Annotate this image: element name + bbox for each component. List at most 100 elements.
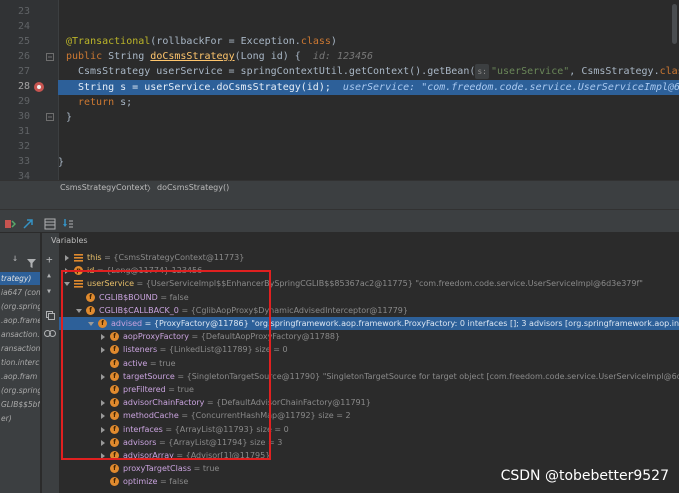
code-text: s; [114, 97, 133, 108]
inline-value-hint: id: 123456 [312, 51, 374, 62]
field-icon: f [86, 292, 95, 302]
copy-icon[interactable] [46, 305, 55, 324]
frame-item[interactable]: trategy) [0, 272, 40, 285]
variable-name: targetSource [123, 371, 175, 381]
editor-scrollbar[interactable] [672, 4, 677, 44]
code-text: String s = userService.doCsmsStrategy(id… [78, 82, 331, 93]
expand-right-icon[interactable] [99, 332, 107, 341]
watermark: CSDN @tobebetter9527 [500, 468, 669, 484]
expand-right-icon[interactable] [99, 425, 107, 433]
expand-right-icon[interactable] [99, 345, 107, 354]
variable-row[interactable]: f CGLIB$BOUND = false [59, 291, 679, 304]
frame-item[interactable]: tion.interc [0, 356, 40, 369]
variable-value: = {ArrayList@11794} size = 3 [156, 437, 283, 447]
expand-right-icon[interactable] [99, 372, 107, 380]
expand-right-icon[interactable] [63, 253, 71, 261]
variable-text: userService = {UserServiceImpl$$Enhancer… [87, 277, 643, 290]
variable-row[interactable]: f aopProxyFactory = {DefaultAopProxyFacto… [59, 330, 679, 343]
debug-panel-header [0, 210, 679, 233]
object-list-icon [74, 279, 83, 288]
frame-item[interactable]: ansaction. [0, 328, 40, 341]
expand-right-icon[interactable] [99, 438, 107, 446]
variable-text: advisorChainFactory = {DefaultAdvisorCha… [123, 396, 371, 409]
up-arrow-icon[interactable]: ▴ [46, 270, 52, 281]
expand-down-icon[interactable] [75, 306, 83, 314]
show-types-icon[interactable] [44, 323, 56, 342]
fold-open-icon[interactable] [46, 53, 54, 61]
variable-text: id = {Long@11774} 123456 [87, 264, 202, 277]
variable-row[interactable]: p id = {Long@11774} 123456 [59, 264, 679, 277]
frame-item[interactable]: ia647 (com [0, 286, 40, 299]
step-into-icon[interactable] [62, 215, 74, 228]
expand-right-icon[interactable] [99, 451, 107, 459]
variable-value: = {ArrayList@11793} size = 0 [162, 424, 289, 434]
variable-row[interactable]: this = {CsmsStrategyContext@11773} [59, 251, 679, 264]
expand-right-icon[interactable] [99, 398, 107, 407]
code-line-26[interactable]: public String doCsmsStrategy(Long id) { … [66, 49, 373, 64]
variable-text: advisorArray = {Advisor[1]@11795} [123, 449, 270, 462]
inline-value-hint: userService: "com.freedom.code.service.U… [342, 82, 679, 93]
variable-row[interactable]: f advisors = {ArrayList@11794} size = 3 [59, 436, 679, 449]
breadcrumb: CsmsStrategyContext 〉 doCsmsStrategy() [0, 180, 679, 196]
code-line-29[interactable]: return s; [78, 95, 132, 110]
variable-row[interactable]: userService = {UserServiceImpl$$Enhancer… [59, 277, 679, 290]
code-line-30[interactable]: } [66, 110, 72, 125]
code-line-33[interactable]: } [58, 155, 64, 170]
variable-row[interactable]: f CGLIB$CALLBACK_0 = {CglibAopProxy$Dynam… [59, 304, 679, 317]
variable-row[interactable]: f advisorChainFactory = {DefaultAdvisorCh… [59, 396, 679, 409]
frame-item[interactable]: er) [0, 412, 40, 425]
code-editor[interactable]: 23 24 25 26 27 28 29 30 31 32 33 34 @Tra… [0, 0, 679, 180]
variable-text: this = {CsmsStrategyContext@11773} [87, 251, 244, 264]
method-name: doCsmsStrategy [150, 51, 235, 62]
keyword: public [66, 51, 103, 62]
expand-right-icon[interactable] [63, 266, 71, 275]
expand-down-icon[interactable] [63, 279, 71, 287]
add-watch-icon[interactable]: + [46, 253, 53, 266]
frame-item[interactable]: ransaction [0, 342, 40, 355]
code-line-28[interactable]: String s = userService.doCsmsStrategy(id… [78, 80, 679, 95]
variable-text: active = true [123, 357, 176, 370]
keyword: return [78, 97, 115, 108]
settings-icon[interactable] [22, 215, 34, 229]
parameter-icon: p [74, 266, 83, 276]
frames-panel[interactable]: ↓ trategy) ia647 (com (org.spring .aop.fram… [0, 233, 40, 493]
code-line-25[interactable]: @Transactional(rollbackFor = Exception.c… [66, 34, 337, 49]
frame-item[interactable]: (org.spring [0, 300, 40, 313]
variable-row[interactable]: f advised = {ProxyFactory@11786} "org.spr… [59, 317, 679, 330]
line-number: 25 [17, 36, 30, 47]
frame-item[interactable]: .aop.frame [0, 314, 40, 327]
fold-close-icon[interactable] [46, 113, 54, 121]
code-line-27[interactable]: CsmsStrategy userService = springContext… [78, 64, 679, 79]
field-icon: f [110, 332, 119, 342]
filter-icon[interactable] [27, 253, 36, 272]
variable-row[interactable]: f interfaces = {ArrayList@11793} size = 0 [59, 423, 679, 436]
frame-item[interactable]: GLIB$$5bf4 [0, 398, 40, 411]
variable-name: optimize [123, 477, 158, 487]
variable-row[interactable]: f methodCache = {ConcurrentHashMap@11792}… [59, 409, 679, 422]
variable-value: = {DefaultAdvisorChainFactory@11791} [204, 398, 371, 408]
expand-right-icon[interactable] [99, 411, 107, 420]
frame-item[interactable]: .aop.fram [0, 370, 40, 383]
expand-down-icon[interactable] [87, 319, 95, 327]
down-arrow-icon[interactable]: ▾ [46, 286, 52, 297]
variable-text: optimize = false [123, 475, 188, 488]
variable-name: advisorChainFactory [123, 398, 205, 408]
variable-text: proxyTargetClass = true [123, 462, 219, 475]
breadcrumb-method[interactable]: doCsmsStrategy() [157, 183, 229, 192]
variable-row[interactable]: f targetSource = {SingletonTargetSource@1… [59, 370, 679, 383]
restart-icon[interactable] [4, 215, 17, 228]
breadcrumb-class[interactable]: CsmsStrategyContext [60, 183, 147, 192]
variable-row[interactable]: f advisorArray = {Advisor[1]@11795} [59, 449, 679, 462]
down-arrow-icon[interactable]: ↓ [12, 253, 18, 264]
variable-value: = {Long@11774} 123456 [94, 266, 203, 276]
variable-text: CGLIB$CALLBACK_0 = {CglibAopProxy$Dynami… [99, 304, 408, 317]
variable-row[interactable]: f listeners = {LinkedList@11789} size = 0 [59, 343, 679, 356]
code-text: , CsmsStrategy. [569, 66, 660, 77]
field-icon: f [110, 477, 119, 487]
variable-text: methodCache = {ConcurrentHashMap@11792} … [123, 409, 351, 422]
variable-row[interactable]: f preFiltered = true [59, 383, 679, 396]
variable-row[interactable]: f active = true [59, 357, 679, 370]
frame-item[interactable]: (org.spring [0, 384, 40, 397]
breakpoint-icon[interactable] [34, 82, 44, 92]
layout-icon[interactable] [44, 215, 56, 230]
